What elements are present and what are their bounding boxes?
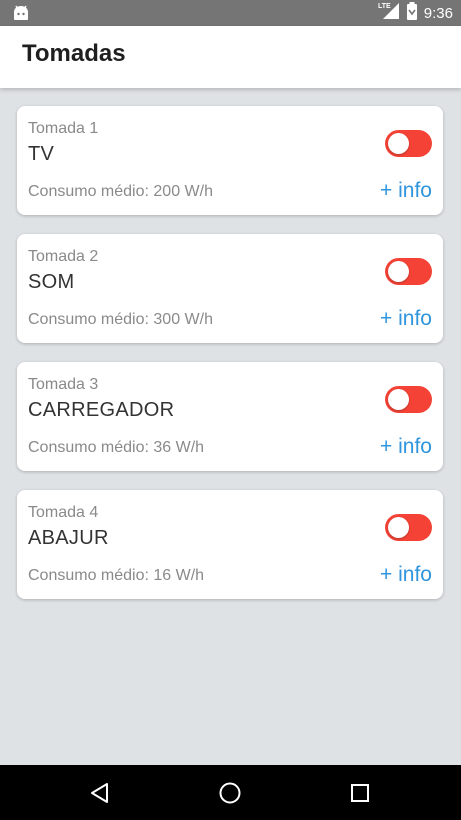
power-toggle[interactable]	[385, 386, 432, 413]
status-bar: LTE 9:36	[0, 0, 461, 26]
outlet-name: TV	[28, 143, 55, 165]
navigation-bar	[0, 765, 461, 820]
outlet-name: CARREGADOR	[28, 399, 175, 421]
outlet-label: Tomada 3	[28, 376, 99, 393]
more-info-link[interactable]: + info	[380, 307, 432, 331]
network-type-label: LTE	[378, 3, 391, 10]
more-info-link[interactable]: + info	[380, 563, 432, 587]
status-time: 9:36	[423, 4, 453, 22]
toggle-knob	[388, 133, 409, 154]
outlet-label: Tomada 4	[28, 504, 99, 521]
consumption-text: Consumo médio: 16 W/h	[28, 567, 205, 584]
power-toggle[interactable]	[385, 514, 432, 541]
outlet-card-1: Tomada 1 TV Consumo médio: 200 W/h + inf…	[17, 106, 443, 215]
battery-icon	[406, 1, 418, 26]
android-icon	[12, 4, 30, 22]
consumption-text: Consumo médio: 200 W/h	[28, 183, 213, 200]
app-bar: Tomadas	[0, 26, 461, 88]
outlet-name: ABAJUR	[28, 527, 109, 549]
status-icons: LTE 9:36	[378, 0, 453, 26]
consumption-text: Consumo médio: 300 W/h	[28, 311, 213, 328]
power-toggle[interactable]	[385, 258, 432, 285]
more-info-link[interactable]: + info	[380, 179, 432, 203]
power-toggle[interactable]	[385, 130, 432, 157]
toggle-knob	[388, 389, 409, 410]
outlet-card-4: Tomada 4 ABAJUR Consumo médio: 16 W/h + …	[17, 490, 443, 599]
recents-icon[interactable]	[346, 779, 374, 807]
back-icon[interactable]	[86, 779, 114, 807]
outlet-list: Tomada 1 TV Consumo médio: 200 W/h + inf…	[0, 88, 461, 765]
consumption-text: Consumo médio: 36 W/h	[28, 439, 205, 456]
outlet-label: Tomada 1	[28, 120, 99, 137]
page-title: Tomadas	[22, 40, 126, 67]
outlet-card-3: Tomada 3 CARREGADOR Consumo médio: 36 W/…	[17, 362, 443, 471]
outlet-label: Tomada 2	[28, 248, 99, 265]
signal-icon: LTE	[378, 1, 400, 26]
home-icon[interactable]	[216, 779, 244, 807]
outlet-name: SOM	[28, 271, 75, 293]
toggle-knob	[388, 261, 409, 282]
toggle-knob	[388, 517, 409, 538]
outlet-card-2: Tomada 2 SOM Consumo médio: 300 W/h + in…	[17, 234, 443, 343]
more-info-link[interactable]: + info	[380, 435, 432, 459]
